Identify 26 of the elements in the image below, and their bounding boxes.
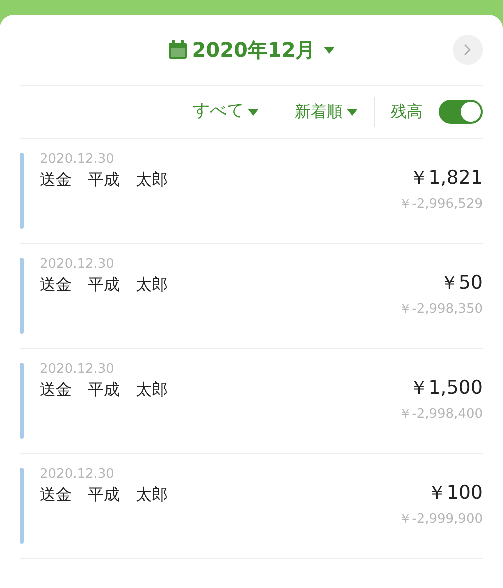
chevron-right-icon <box>464 44 472 56</box>
transaction-amount: ￥1,500 <box>410 377 483 399</box>
transaction-date: 2020.12.30 <box>40 466 114 484</box>
transaction-date: 2020.12.30 <box>40 256 114 274</box>
transaction-amount: ￥1,821 <box>410 167 483 189</box>
transaction-name: 送金 平成 太郎 <box>40 379 168 401</box>
sort-filter[interactable]: 新着順 <box>295 100 358 124</box>
transaction-date: 2020.12.30 <box>40 151 114 169</box>
balance-after: ￥-2,998,400 <box>399 406 483 424</box>
transaction-name: 送金 平成 太郎 <box>40 274 168 296</box>
caret-icon <box>248 108 259 116</box>
category-filter[interactable]: すべて <box>193 99 259 125</box>
balance-after: ￥-2,998,350 <box>399 301 483 319</box>
transaction-amount: ￥50 <box>440 272 483 294</box>
transaction-amount: ￥100 <box>428 482 483 504</box>
transaction-name: 送金 平成 太郎 <box>40 484 168 506</box>
balance-after: ￥-2,996,529 <box>399 196 483 214</box>
month-picker[interactable]: 2020年12月 <box>168 35 335 65</box>
caret-icon <box>324 46 335 54</box>
balance-label: 残高 <box>391 101 423 123</box>
transaction-name: 送金 平成 太郎 <box>40 169 168 191</box>
calendar-icon <box>168 40 188 60</box>
balance-toggle[interactable] <box>439 100 483 124</box>
transaction-date: 2020.12.30 <box>40 361 114 379</box>
balance-after: ￥-2,999,900 <box>399 511 483 529</box>
caret-icon <box>347 108 358 116</box>
